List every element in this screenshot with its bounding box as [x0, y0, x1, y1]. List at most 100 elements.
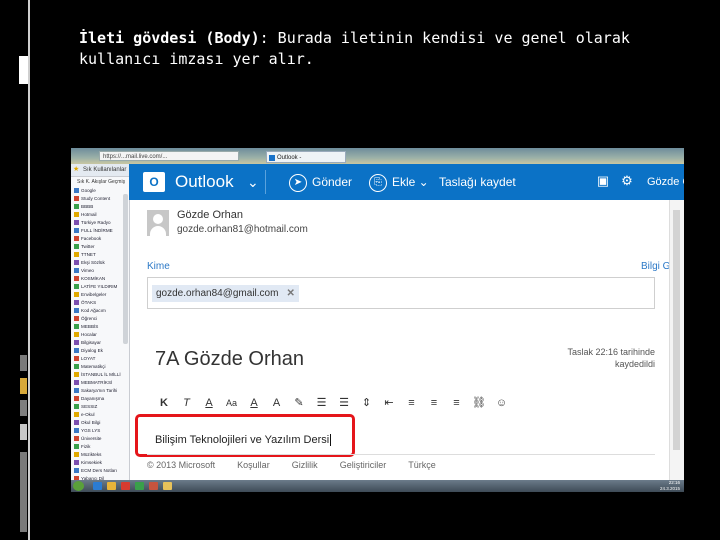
favorite-item[interactable]: Türkiye Radyo	[71, 219, 129, 227]
favorite-item[interactable]: MEBBİS	[71, 323, 129, 331]
favorite-item[interactable]: Üniversite	[71, 435, 129, 443]
app-icon[interactable]	[149, 482, 158, 490]
to-field[interactable]: gozde.orhan84@gmail.com ✕	[147, 277, 655, 309]
sender-email: gozde.orhan81@hotmail.com	[177, 224, 308, 235]
favorite-item[interactable]: YGS LYS	[71, 427, 129, 435]
bullet-list-icon[interactable]: ☰	[313, 395, 331, 411]
media-icon[interactable]	[121, 482, 130, 490]
link-icon[interactable]: ⛓	[470, 395, 488, 411]
avatar	[147, 210, 169, 236]
emoji-icon[interactable]: ☺	[493, 395, 511, 411]
favorite-item[interactable]: TTNET	[71, 251, 129, 259]
favorite-item[interactable]: ÖTAKS	[71, 299, 129, 307]
favorite-item[interactable]: Fizik	[71, 443, 129, 451]
send-button[interactable]: ➤ Gönder	[289, 172, 352, 192]
favorite-item[interactable]: Facebook	[71, 235, 129, 243]
start-button[interactable]	[73, 481, 84, 491]
recipient-chip[interactable]: gozde.orhan84@gmail.com ✕	[152, 285, 299, 302]
favorite-label: ECM Ders Notları	[81, 468, 117, 473]
attach-button[interactable]: ⎘ Ekle ⌄	[369, 172, 429, 192]
favorite-label: TTNET	[81, 252, 96, 257]
font-size-icon[interactable]: Aa	[223, 395, 241, 411]
favorite-item[interactable]: Vimeo	[71, 267, 129, 275]
subject-field[interactable]: 7A Gözde Orhan	[155, 348, 304, 371]
clock-date: 24.3.2015	[659, 486, 680, 491]
favorite-item[interactable]: Dayanışma	[71, 395, 129, 403]
text-highlight-icon[interactable]: A	[268, 395, 286, 411]
favorite-item[interactable]: ECM Ders Notları	[71, 467, 129, 475]
numbered-list-icon[interactable]: ☰	[335, 395, 353, 411]
gear-icon[interactable]: ⚙	[619, 173, 635, 189]
favorite-item[interactable]: BBBB	[71, 203, 129, 211]
favorite-item[interactable]: Bilgisayar	[71, 339, 129, 347]
close-icon[interactable]: ✕	[286, 288, 294, 299]
favorite-label: e-Okul	[81, 412, 95, 417]
favorite-item[interactable]: Müzikteks	[71, 451, 129, 459]
app-icon[interactable]	[135, 482, 144, 490]
favorite-item[interactable]: Study Content	[71, 195, 129, 203]
favorite-item[interactable]: e-Okul	[71, 411, 129, 419]
favorite-icon	[74, 268, 79, 273]
align-left-icon[interactable]: ≡	[403, 395, 421, 411]
favorite-item[interactable]: Matematikçi	[71, 363, 129, 371]
folder-icon[interactable]	[107, 482, 116, 490]
favorite-item[interactable]: Google	[71, 187, 129, 195]
account-name[interactable]: Gözde O	[647, 174, 684, 190]
favorite-item[interactable]: FULL İNDİRME	[71, 227, 129, 235]
line-spacing-icon[interactable]: ⇕	[358, 395, 376, 411]
save-draft-button[interactable]: Taslağı kaydet	[439, 172, 516, 192]
favorite-label: SESSIZ	[81, 404, 98, 409]
favorite-label: Dayanışma	[81, 396, 105, 401]
footer-link[interactable]: Koşullar	[237, 460, 270, 470]
chevron-down-icon[interactable]: ⌄	[247, 171, 259, 193]
favorites-panel: Sık Kullanılanlar Sık K. Akışlar Geçmiş …	[71, 164, 130, 489]
favorite-item[interactable]: Kimsekiek	[71, 459, 129, 467]
favorite-item[interactable]: Diyalog Ek	[71, 347, 129, 355]
footer-link[interactable]: Gizlilik	[292, 460, 318, 470]
favorite-item[interactable]: LATİFE YILDIRIM	[71, 283, 129, 291]
brush-icon[interactable]: ✎	[290, 395, 308, 411]
browser-tab[interactable]: Outlook - gozde.orhan84@...	[266, 151, 346, 173]
to-label[interactable]: Kime	[147, 261, 170, 272]
slide-accent-block	[20, 378, 27, 394]
favorite-item[interactable]: Sakarya'nın Tarihi	[71, 387, 129, 395]
align-right-icon[interactable]: ≡	[448, 395, 466, 411]
browser-toolbar: https://...mail.live.com/... Outlook - g…	[71, 148, 684, 173]
app-icon[interactable]	[163, 482, 172, 490]
favorite-item[interactable]: Twitter	[71, 243, 129, 251]
ie-icon[interactable]	[93, 482, 102, 490]
scrollbar[interactable]	[669, 200, 684, 480]
scrollbar-thumb[interactable]	[673, 210, 680, 450]
favorite-item[interactable]: İSTANBUL İL MİLLİ	[71, 371, 129, 379]
chat-icon[interactable]: ▣	[595, 173, 611, 189]
favorite-icon	[74, 428, 79, 433]
favorite-item[interactable]: MEBMATRİKSİ	[71, 379, 129, 387]
favorite-item[interactable]: Hocalar	[71, 331, 129, 339]
favorite-item[interactable]: Hotmail	[71, 211, 129, 219]
taskbar-clock[interactable]: 22:16 24.3.2015	[660, 480, 680, 492]
favorite-label: Türkiye Radyo	[81, 220, 111, 225]
favorite-item[interactable]: KOSMİKAN	[71, 275, 129, 283]
favorite-item[interactable]: Öğrenci	[71, 315, 129, 323]
italic-icon[interactable]: T	[178, 395, 196, 411]
favorite-item[interactable]: LOYAT	[71, 355, 129, 363]
favorite-icon	[74, 228, 79, 233]
slide-accent-block	[20, 452, 27, 532]
underline-icon[interactable]: A	[200, 395, 218, 411]
align-center-icon[interactable]: ≡	[425, 395, 443, 411]
font-color-icon[interactable]: A	[245, 395, 263, 411]
address-bar[interactable]: https://...mail.live.com/...	[99, 151, 239, 161]
favorite-item[interactable]: Envibelgeler	[71, 291, 129, 299]
favorite-item[interactable]: Ekşi Sözlük	[71, 259, 129, 267]
favorite-item[interactable]: Okul Bilgi	[71, 419, 129, 427]
footer-link[interactable]: Türkçe	[408, 460, 436, 470]
favorites-scrollbar[interactable]	[123, 194, 128, 344]
favorite-item[interactable]: SESSIZ	[71, 403, 129, 411]
app-name[interactable]: Outlook	[175, 171, 234, 193]
footer-link[interactable]: Geliştiriciler	[340, 460, 387, 470]
favorites-tabs[interactable]: Sık K. Akışlar Geçmiş	[71, 177, 129, 187]
favorite-item[interactable]: Kod Ağacım	[71, 307, 129, 315]
bold-icon[interactable]: K	[155, 395, 173, 411]
favorite-label: Hotmail	[81, 212, 97, 217]
indent-icon[interactable]: ⇤	[380, 395, 398, 411]
